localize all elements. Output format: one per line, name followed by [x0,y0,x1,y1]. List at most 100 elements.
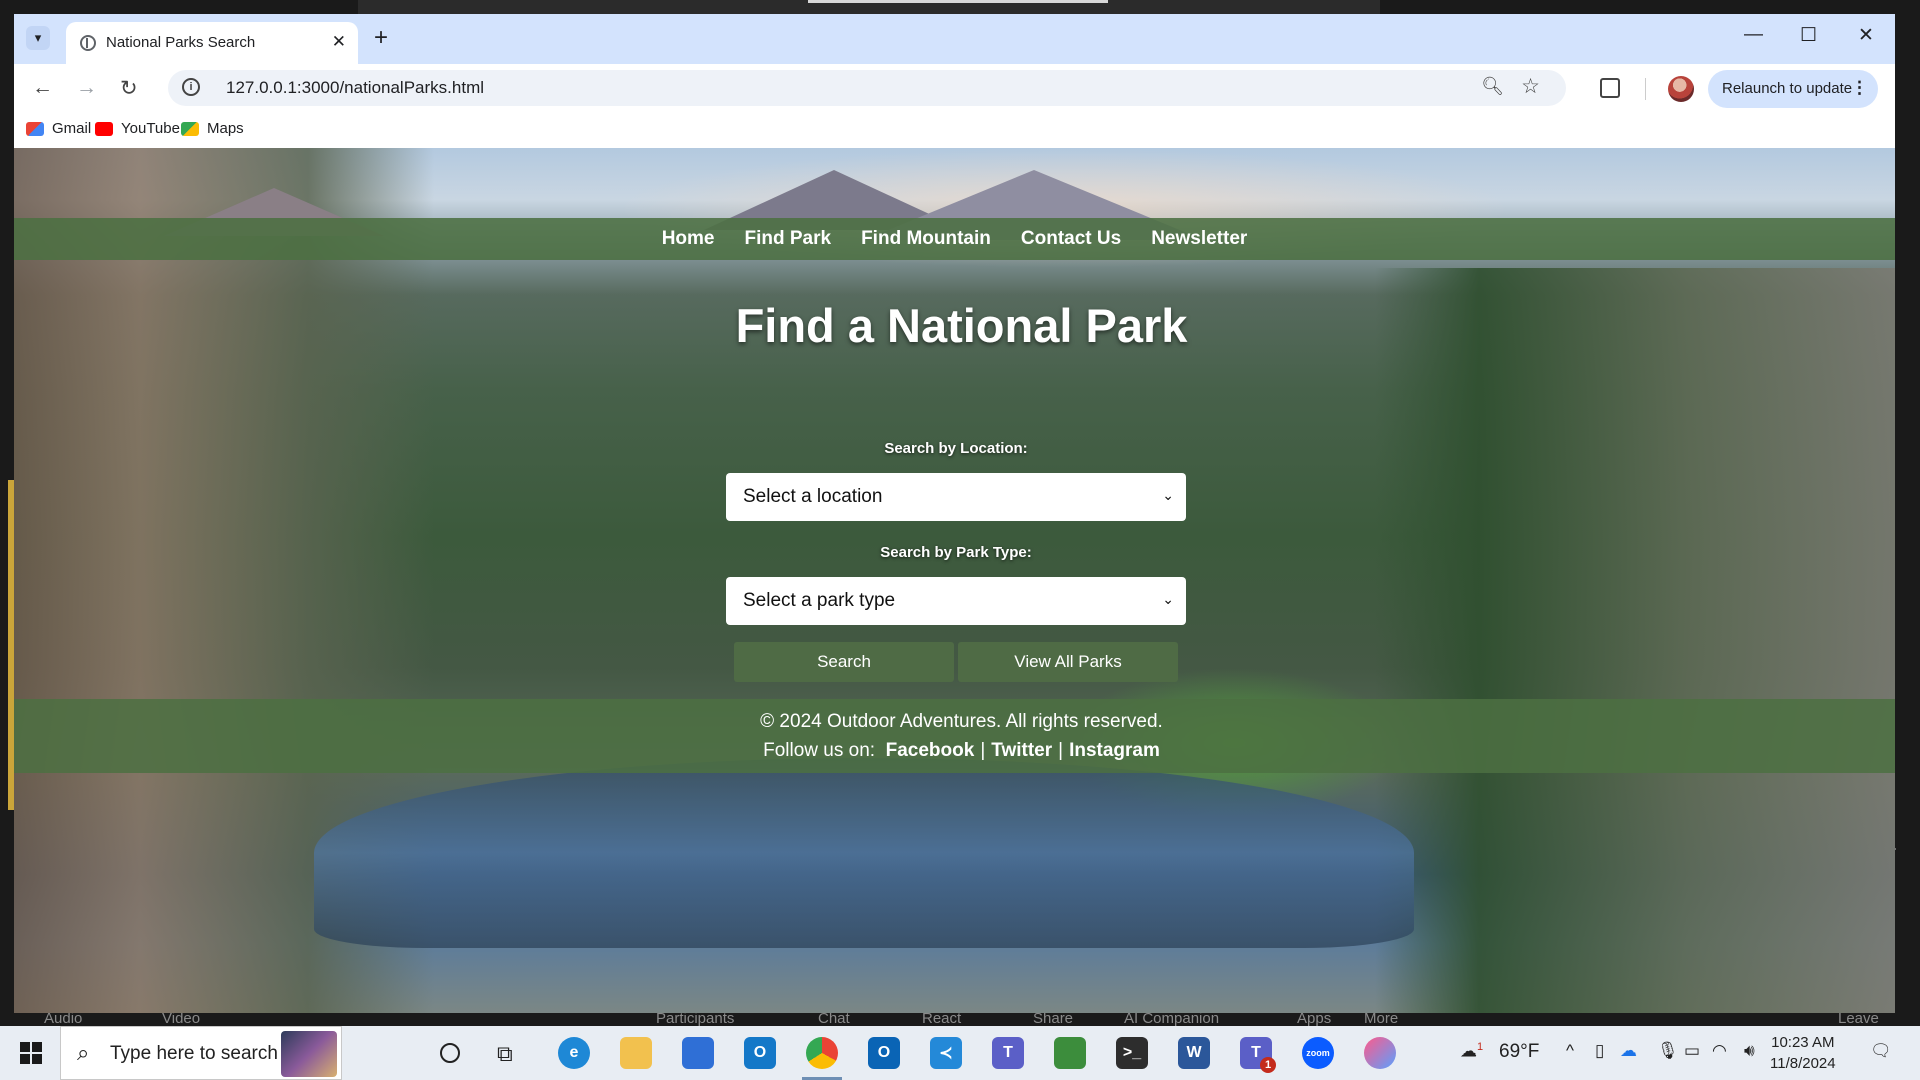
task-view-icon[interactable]: ⧉ [497,1041,513,1067]
zoom-icon[interactable]: 🔍︎ [1481,76,1504,97]
chrome-icon[interactable] [806,1037,838,1069]
park-search-form: Search by Location: Select a location ⌄ … [726,440,1186,682]
nav-find-mountain[interactable]: Find Mountain [861,228,991,250]
park-type-select[interactable]: Select a park type ⌄ [726,577,1186,625]
bookmark-maps[interactable]: Maps [181,120,244,137]
terminal-icon[interactable]: >_ [1116,1037,1148,1069]
new-tab-button[interactable]: + [374,24,388,52]
word-icon[interactable]: W [1178,1037,1210,1069]
bookmark-gmail[interactable]: Gmail [26,120,91,137]
forward-icon[interactable]: → [76,76,97,100]
link-divider: | [980,740,986,761]
search-highlight-image [281,1031,337,1077]
site-navbar: Home Find Park Find Mountain Contact Us … [14,218,1895,260]
bookmark-youtube-label: YouTube [121,120,180,137]
node-icon[interactable] [1054,1037,1086,1069]
location-selected-value: Select a location [743,486,883,507]
teams-classic-icon[interactable]: T1 [1240,1037,1276,1073]
close-window-button[interactable]: ✕ [1858,24,1874,47]
notifications-icon[interactable]: 🗨︎ [1870,1041,1892,1061]
edge-icon[interactable]: e [558,1037,590,1069]
meeting-top-indicator [808,0,1108,3]
maximize-button[interactable]: ☐ [1800,24,1817,47]
park-type-selected-value: Select a park type [743,590,896,611]
meeting-control-bar: Audio Video Participants Chat React Shar… [0,1010,1920,1027]
location-select[interactable]: Select a location ⌄ [726,473,1186,521]
page-viewport: Home Find Park Find Mountain Contact Us … [14,148,1895,1013]
extensions-icon[interactable] [1600,78,1620,98]
view-all-parks-button[interactable]: View All Parks [958,642,1178,682]
close-tab-icon[interactable]: ✕ [332,32,346,52]
microphone-icon[interactable]: 🎙︎ [1657,1041,1679,1061]
instagram-link[interactable]: Instagram [1069,740,1160,761]
taskbar-search-placeholder: Type here to search [110,1043,278,1064]
onedrive-icon[interactable]: ☁ [1620,1041,1637,1061]
bookmark-maps-label: Maps [207,120,244,137]
twitter-link[interactable]: Twitter [991,740,1052,761]
park-type-label: Search by Park Type: [880,544,1032,561]
chevron-up-icon[interactable]: ^ [1566,1041,1574,1061]
address-bar[interactable]: i 127.0.0.1:3000/nationalParks.html 🔍︎ ☆ [168,70,1566,106]
menu-dots-icon[interactable]: ⋮ [1851,78,1868,98]
zoom-icon[interactable]: zoom [1302,1037,1334,1069]
meeting-top-strip [358,0,1380,14]
site-footer: © 2024 Outdoor Adventures. All rights re… [14,699,1895,773]
relaunch-label: Relaunch to update [1722,80,1853,97]
background-lake [314,758,1414,948]
maps-icon [181,121,199,136]
outlook-new-icon[interactable]: O [744,1037,776,1069]
clock-time: 10:23 AM [1771,1034,1835,1051]
teams-icon[interactable]: T [992,1037,1024,1069]
wifi-icon[interactable]: ◠ [1712,1041,1727,1061]
site-info-icon[interactable]: i [182,78,200,96]
nav-home[interactable]: Home [662,228,715,250]
windows-start-icon[interactable] [20,1042,42,1064]
browser-window: ▾ National Parks Search ✕ + — ☐ ✕ ← → ↻ … [14,14,1895,1013]
youtube-icon [95,121,113,136]
nav-newsletter[interactable]: Newsletter [1151,228,1247,250]
file-explorer-icon[interactable] [620,1037,652,1069]
clock[interactable]: 10:23 AM 11/8/2024 [1770,1032,1836,1074]
facebook-link[interactable]: Facebook [886,740,975,761]
bookmark-star-icon[interactable]: ☆ [1521,74,1540,99]
nav-contact-us[interactable]: Contact Us [1021,228,1121,250]
taskbar-search-box[interactable]: ⌕ Type here to search [60,1026,342,1080]
tab-national-parks[interactable]: National Parks Search ✕ [66,22,358,64]
link-divider: | [1058,740,1064,761]
back-icon[interactable]: ← [32,76,53,100]
url-text[interactable]: 127.0.0.1:3000/nationalParks.html [226,78,484,98]
weather-temp[interactable]: 69°F [1499,1041,1539,1063]
volume-icon[interactable]: 🔊︎ [1744,1041,1755,1061]
clock-date: 11/8/2024 [1770,1055,1836,1072]
bookmark-youtube[interactable]: YouTube [95,120,180,137]
copyright-text: © 2024 Outdoor Adventures. All rights re… [760,711,1163,732]
search-icon: ⌕ [77,1040,90,1065]
search-button[interactable]: Search [734,642,954,682]
weather-badge: 1 [1477,1041,1484,1053]
relaunch-button[interactable]: Relaunch to update ⋮ [1708,70,1878,108]
form-buttons: Search View All Parks [726,642,1186,682]
weather-icon[interactable]: ☁1 [1460,1041,1483,1062]
windows-taskbar: ⌕ Type here to search ⧉ e O O ≺ T >_ W T… [0,1026,1920,1080]
chevron-down-icon: ⌄ [1162,487,1174,503]
battery-icon[interactable]: ▭ [1684,1041,1700,1061]
store-icon[interactable] [682,1037,714,1069]
tab-search-button[interactable]: ▾ [26,26,50,50]
vscode-icon[interactable]: ≺ [930,1037,962,1069]
device-icon[interactable]: ▯ [1595,1041,1604,1061]
outlook-icon[interactable]: O [868,1037,900,1069]
globe-icon [80,35,96,51]
nav-find-park[interactable]: Find Park [745,228,832,250]
copilot-icon[interactable] [1364,1037,1396,1069]
bookmark-gmail-label: Gmail [52,120,92,137]
cortana-icon[interactable] [440,1043,460,1063]
reload-icon[interactable]: ↻ [120,76,138,101]
location-label: Search by Location: [884,440,1028,457]
tab-strip: ▾ National Parks Search ✕ + — ☐ ✕ [14,14,1895,64]
teams-notification-badge: 1 [1260,1057,1276,1073]
page-title: Find a National Park [735,299,1188,352]
toolbar-divider [1645,78,1646,100]
profile-avatar[interactable] [1668,76,1694,102]
minimize-button[interactable]: — [1744,24,1763,46]
browser-toolbar: ← → ↻ i 127.0.0.1:3000/nationalParks.htm… [14,64,1895,112]
